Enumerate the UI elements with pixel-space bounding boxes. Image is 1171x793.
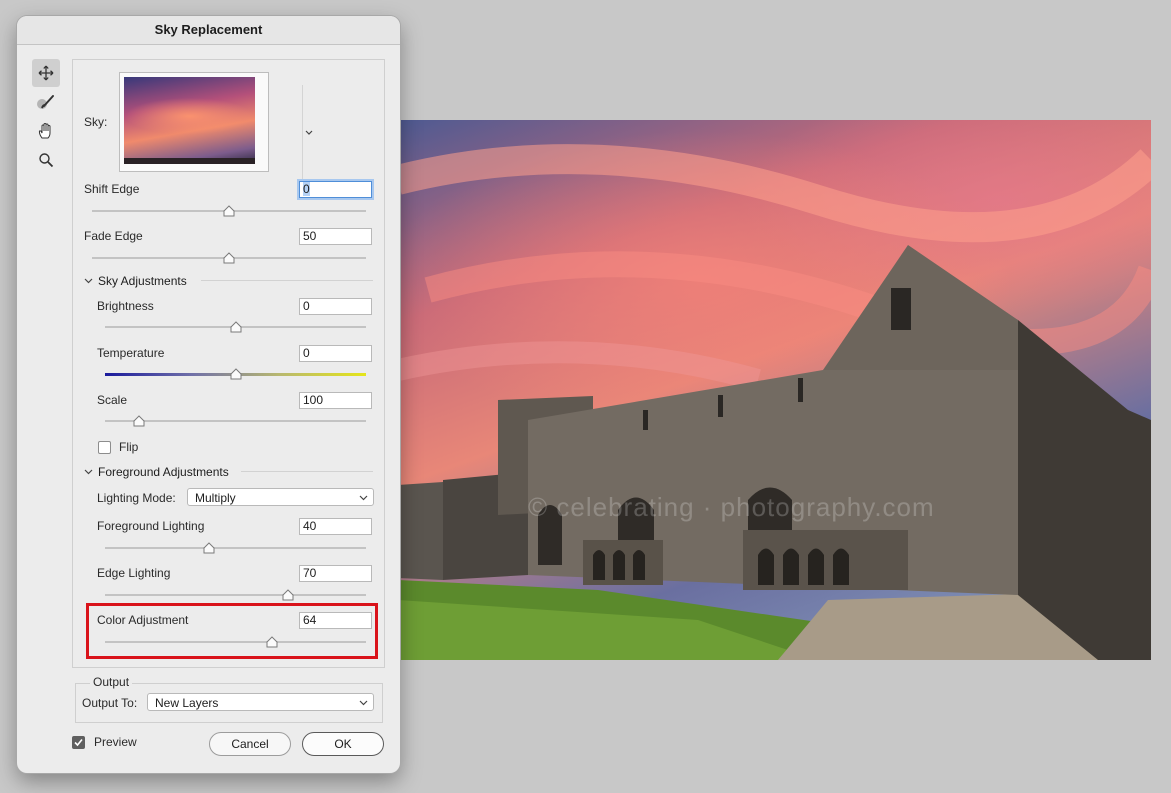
- output-to-label: Output To:: [82, 696, 138, 710]
- edge-lighting-input[interactable]: 70: [299, 565, 372, 582]
- chevron-down-icon: [359, 495, 368, 501]
- output-group: Output To: New Layers: [75, 683, 383, 723]
- temperature-input[interactable]: 0: [299, 345, 372, 362]
- foreground-adjustments-label: Foreground Adjustments: [98, 465, 229, 479]
- checkmark-icon: [74, 738, 83, 747]
- slider-thumb[interactable]: [133, 415, 145, 427]
- settings-panel: Sky: Shift Edge 0 Fade Edge 50 Sky Adjus…: [72, 59, 385, 668]
- section-divider: [201, 280, 373, 281]
- output-to-select[interactable]: New Layers: [147, 693, 374, 711]
- hand-tool[interactable]: [32, 117, 60, 145]
- sky-thumbnail: [124, 77, 255, 164]
- brightness-input[interactable]: 0: [299, 298, 372, 315]
- fade-edge-input[interactable]: 50: [299, 228, 372, 245]
- scale-label: Scale: [97, 393, 128, 407]
- preview-label: Preview: [94, 735, 137, 749]
- shift-edge-input[interactable]: 0: [299, 181, 372, 198]
- ok-button[interactable]: OK: [302, 732, 384, 756]
- slider-thumb[interactable]: [230, 321, 242, 333]
- output-group-label: Output: [90, 675, 133, 689]
- foreground-adjustments-header[interactable]: Foreground Adjustments: [84, 465, 229, 479]
- abbey-ruins-illustration: [398, 144, 1151, 660]
- section-divider: [241, 471, 373, 472]
- chevron-down-icon: [84, 469, 93, 475]
- slider-thumb[interactable]: [282, 589, 294, 601]
- lighting-mode-select[interactable]: Multiply: [187, 488, 374, 506]
- color-adjustment-highlight-box: [86, 603, 378, 659]
- scale-input[interactable]: 100: [299, 392, 372, 409]
- slider-thumb[interactable]: [230, 368, 242, 380]
- fade-edge-label: Fade Edge: [84, 229, 143, 243]
- chevron-down-icon: [359, 700, 368, 706]
- chevron-down-icon: [84, 278, 93, 284]
- flip-checkbox[interactable]: [98, 441, 111, 454]
- slider-thumb[interactable]: [223, 252, 235, 264]
- brightness-label: Brightness: [97, 299, 154, 313]
- sky-brush-icon: [37, 95, 54, 109]
- zoom-icon: [39, 153, 54, 168]
- shift-edge-label: Shift Edge: [84, 182, 140, 196]
- sky-dropdown-button[interactable]: [302, 85, 315, 183]
- slider-thumb[interactable]: [203, 542, 215, 554]
- edge-lighting-slider[interactable]: [105, 594, 366, 596]
- edge-lighting-label: Edge Lighting: [97, 566, 171, 580]
- tool-column: [32, 59, 62, 175]
- foreground-lighting-label: Foreground Lighting: [97, 519, 205, 533]
- sky-adjustments-header[interactable]: Sky Adjustments: [84, 274, 187, 288]
- dialog-title: Sky Replacement: [17, 16, 400, 45]
- foreground-lighting-input[interactable]: 40: [299, 518, 372, 535]
- sky-replacement-dialog: Sky Replacement Sky: Shift Edge 0 Fade E…: [17, 16, 400, 773]
- lighting-mode-label: Lighting Mode:: [97, 491, 176, 505]
- preview-checkbox[interactable]: [72, 736, 85, 749]
- slider-thumb[interactable]: [223, 205, 235, 217]
- temperature-label: Temperature: [97, 346, 165, 360]
- flip-label: Flip: [119, 440, 139, 454]
- zoom-tool[interactable]: [32, 146, 60, 174]
- move-sky-icon: [38, 65, 54, 81]
- sky-label: Sky:: [84, 115, 108, 129]
- hand-icon: [38, 122, 51, 139]
- foreground-lighting-slider[interactable]: [105, 547, 366, 549]
- preview-photo: © celebrating · photography.com: [398, 120, 1151, 660]
- chevron-down-icon: [305, 130, 313, 135]
- sky-brush-tool[interactable]: [32, 88, 60, 116]
- cancel-button[interactable]: Cancel: [209, 732, 291, 756]
- move-sky-tool[interactable]: [32, 59, 60, 87]
- watermark-text: © celebrating · photography.com: [528, 492, 935, 522]
- sky-preset-picker[interactable]: [119, 72, 313, 183]
- sky-adjustments-label: Sky Adjustments: [98, 274, 187, 288]
